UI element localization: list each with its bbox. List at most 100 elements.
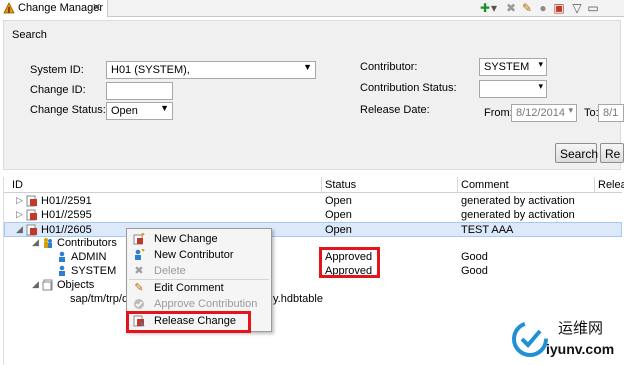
delete-icon: ✖ [134,265,144,277]
from-date-picker[interactable]: 8/12/2014 ▾ [511,104,577,122]
row-id: H01//2591 [41,195,92,207]
object-path-suffix: y.hdbtable [273,293,323,305]
view-menu-icon[interactable]: ▽ [570,1,584,15]
watermark-url: iyunv.com [546,341,615,357]
tree-node-objects[interactable]: ◢ Objects [4,278,622,292]
change-icon [26,209,37,221]
contributor-select[interactable]: SYSTEM ▾ [479,58,547,76]
column-divider[interactable] [457,177,458,193]
menu-item-approve-contribution[interactable]: Approve Contribution [127,296,271,312]
change-status-value: Open [111,105,138,117]
contributor-comment: Good [461,265,488,277]
contributor-name: SYSTEM [71,265,117,277]
menu-item-edit-comment[interactable]: ✎ Edit Comment [127,280,271,296]
contributors-label: Contributors [57,237,117,249]
contributor-value: SYSTEM [484,61,530,73]
user-icon [59,265,65,276]
collapse-icon[interactable]: ◢ [16,224,23,235]
collapse-icon[interactable]: ◢ [32,279,39,290]
objects-label: Objects [57,279,95,291]
chevron-down-icon: ▼ [303,62,312,72]
change-status-select[interactable]: Open ▼ [106,102,173,120]
menu-item-new-change[interactable]: New Change [127,231,271,247]
contribution-status-label: Contribution Status: [360,82,457,94]
row-id: H01//2605 [41,224,92,236]
tab-change-manager[interactable]: Change Manager ✕ [0,0,108,17]
view-tab-bar: Change Manager ✕ ✚ ▾ ✖ ✎ ● ▣ ▽ ▭ [0,0,624,17]
system-id-label: System ID: [30,64,84,76]
new-contributor-icon [135,249,145,260]
search-group-title: Search [12,29,47,41]
release-date-label: Release Date: [360,104,430,116]
contributor-name: ADMIN [71,251,107,263]
object-path-prefix: sap/tm/trp/db [70,293,135,305]
chevron-down-icon: ▼ [160,103,169,113]
table-row[interactable]: ▷ H01//2595 Open generated by activation [4,208,622,222]
watermark-cn: 运维网 [558,319,604,337]
menu-item-label: Delete [154,265,186,277]
system-id-select[interactable]: H01 (SYSTEM), ▼ [106,61,316,79]
dropdown-icon[interactable]: ▾ [490,1,498,15]
menu-item-new-contributor[interactable]: New Contributor [127,247,271,263]
expand-icon[interactable]: ▷ [16,209,23,220]
column-header-release[interactable]: Relea [598,179,624,191]
change-manager-icon [3,2,15,14]
column-divider[interactable] [594,177,595,193]
row-comment: TEST AAA [461,224,514,236]
change-id-input[interactable] [106,82,173,100]
table-header: ID Status Comment Relea [4,177,624,193]
table-row-selected[interactable]: ◢ H01//2605 Open TEST AAA [4,222,622,237]
row-comment: generated by activation [461,209,575,221]
release-icon[interactable]: ▣ [552,1,566,15]
row-status: Open [325,209,352,221]
row-status: Open [325,224,352,236]
tree-node-contributors[interactable]: ◢ Contributors [4,236,622,250]
search-button[interactable]: Search [555,143,598,163]
close-icon[interactable]: ✕ [92,1,101,14]
collapse-icon[interactable]: ◢ [32,237,39,248]
to-date-picker[interactable]: 8/1 [598,104,624,122]
approve-icon[interactable]: ● [536,1,550,15]
edit-icon[interactable]: ✎ [520,1,534,15]
expand-icon[interactable]: ▷ [16,195,23,206]
delete-icon[interactable]: ✖ [504,1,518,15]
watermark-logo-icon [512,321,548,357]
change-id-label: Change ID: [30,84,86,96]
new-change-icon [133,233,145,245]
menu-item-delete[interactable]: ✖ Delete [127,263,271,279]
contributors-icon [44,238,52,248]
objects-icon [42,279,53,291]
column-header-comment[interactable]: Comment [461,179,509,191]
chevron-down-icon: ▾ [568,105,573,115]
change-icon [26,195,37,207]
change-status-label: Change Status: [30,104,106,116]
view-toolbar: ✚ ▾ ✖ ✎ ● ▣ ▽ ▭ [474,0,624,17]
menu-item-label: New Change [154,233,218,245]
row-comment: generated by activation [461,195,575,207]
contributor-label: Contributor: [360,61,418,73]
to-label: To: [584,107,599,119]
contribution-status-select[interactable]: ▾ [479,80,547,98]
to-date-value: 8/1 [603,107,619,119]
column-header-id[interactable]: ID [12,179,23,191]
watermark: 运维网 iyunv.com [510,315,622,361]
tree-node-object[interactable]: sap/tm/trp/db y.hdbtable [4,292,622,306]
row-status: Open [325,195,352,207]
from-label: From: [484,107,513,119]
tree-node-contributor[interactable]: SYSTEM Approved Good [4,264,622,278]
row-id: H01//2595 [41,209,92,221]
table-row[interactable]: ▷ H01//2591 Open generated by activation [4,194,622,208]
from-date-value: 8/12/2014 [516,107,565,119]
minimize-icon[interactable]: ▭ [586,1,600,15]
system-id-value: H01 (SYSTEM), [111,64,190,76]
chevron-down-icon: ▾ [538,59,543,69]
tab-title: Change Manager [18,2,104,14]
reset-button[interactable]: Re [600,143,624,163]
column-header-status[interactable]: Status [325,179,356,191]
edit-comment-icon: ✎ [134,282,144,294]
tree-node-contributor[interactable]: ADMIN Approved Good [4,250,622,264]
status-highlight-box [319,247,380,278]
menu-item-label: Approve Contribution [154,298,258,310]
contributor-comment: Good [461,251,488,263]
column-divider[interactable] [321,177,322,193]
